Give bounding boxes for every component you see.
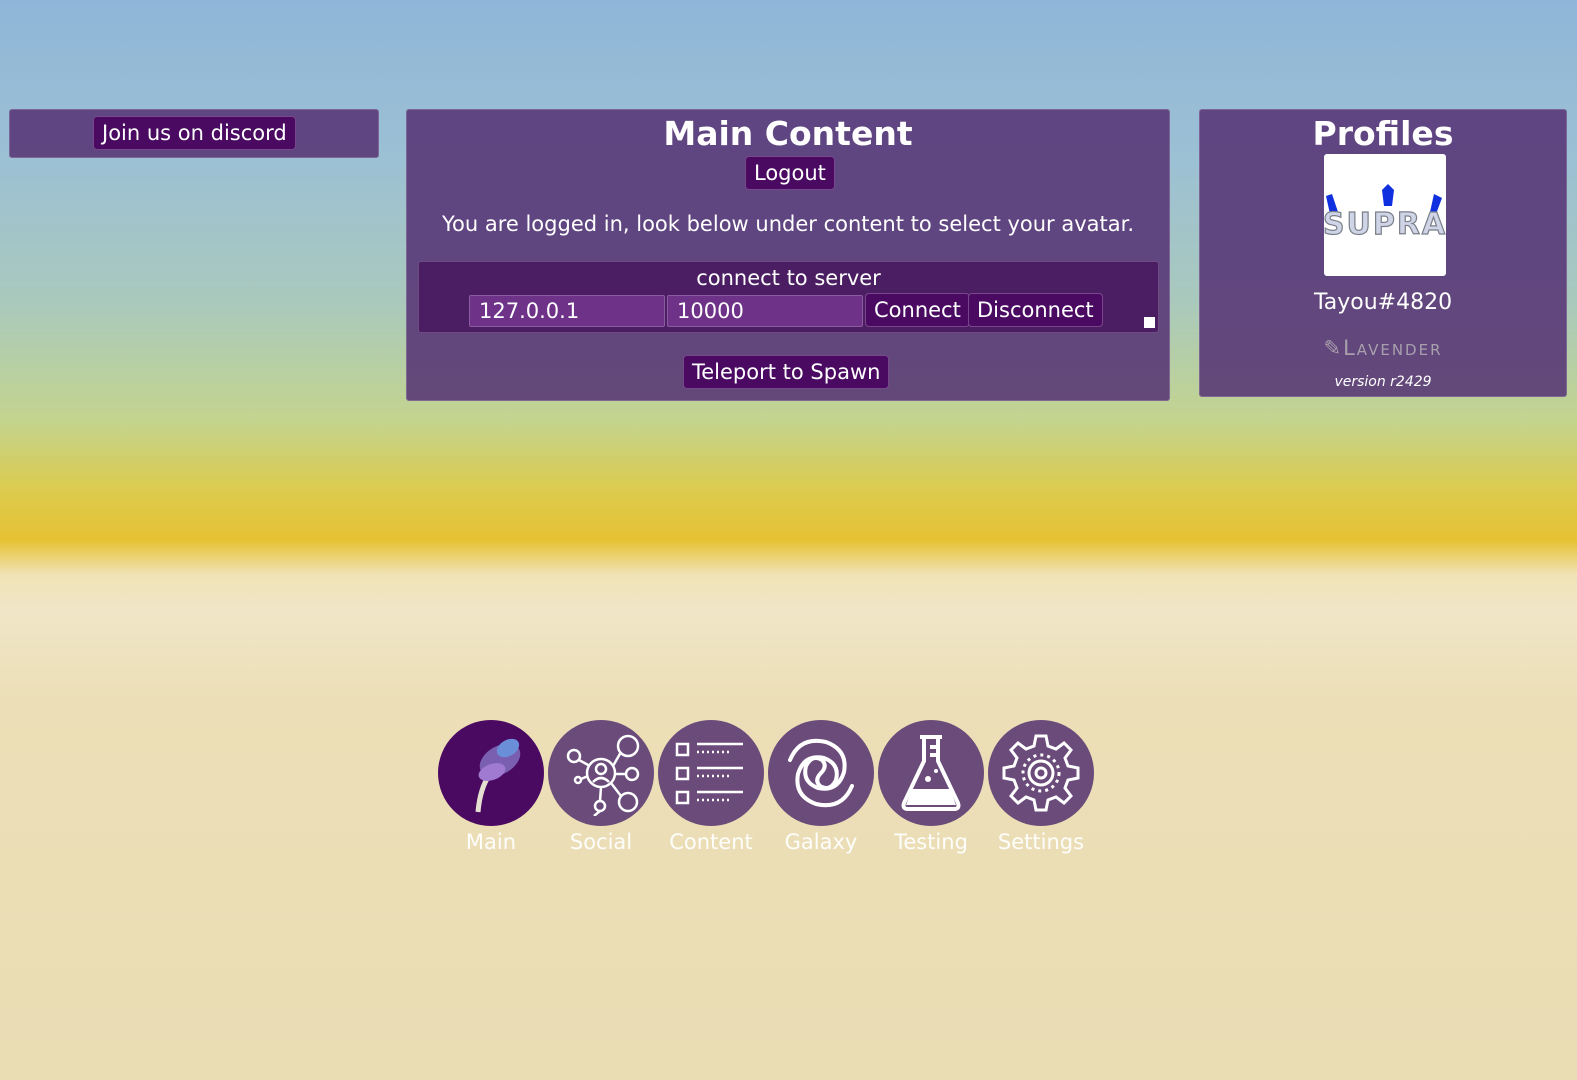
profile-avatar[interactable]: SUPRA bbox=[1324, 154, 1446, 276]
lavender-logo: ✎Lavender bbox=[1200, 336, 1566, 360]
dock-label-galaxy: Galaxy bbox=[784, 830, 858, 854]
lavender-icon bbox=[438, 720, 544, 826]
profile-username: Tayou#4820 bbox=[1313, 290, 1453, 315]
spiral-icon bbox=[768, 720, 874, 826]
dock-item-settings[interactable]: Settings bbox=[986, 720, 1096, 854]
dock-item-content[interactable]: Content bbox=[656, 720, 766, 854]
login-status-message: You are logged in, look below under cont… bbox=[441, 212, 1135, 236]
avatar-wordmark: SUPRA bbox=[1324, 207, 1446, 242]
dock-item-social[interactable]: Social bbox=[546, 720, 656, 854]
lavender-sprig-icon: ✎ bbox=[1323, 336, 1344, 360]
dock-label-main: Main bbox=[465, 830, 517, 854]
dock-item-galaxy[interactable]: Galaxy bbox=[766, 720, 876, 854]
gear-icon bbox=[988, 720, 1094, 826]
teleport-to-spawn-button[interactable]: Teleport to Spawn bbox=[683, 355, 890, 389]
dock-item-main[interactable]: Main bbox=[436, 720, 546, 854]
main-content-panel: Main Content Logout You are logged in, l… bbox=[406, 109, 1170, 401]
connect-server-label: connect to server bbox=[696, 266, 881, 290]
connect-server-box: connect to server Connect Disconnect bbox=[418, 261, 1159, 333]
profiles-panel: Profiles SUPRA Tayou#4820 ✎Lavender vers… bbox=[1199, 109, 1567, 397]
server-ip-input[interactable] bbox=[469, 295, 665, 327]
server-port-input[interactable] bbox=[667, 295, 863, 327]
dock-label-content: Content bbox=[669, 830, 753, 854]
dock-item-testing[interactable]: Testing bbox=[876, 720, 986, 854]
logout-button[interactable]: Logout bbox=[745, 156, 835, 190]
brand-name: Lavender bbox=[1343, 336, 1443, 360]
profiles-title: Profiles bbox=[1312, 114, 1454, 153]
status-indicator bbox=[1144, 317, 1155, 328]
disconnect-button[interactable]: Disconnect bbox=[968, 293, 1103, 327]
dock-label-settings: Settings bbox=[997, 830, 1085, 854]
main-content-title: Main Content bbox=[663, 114, 913, 153]
bottom-dock: Main Social Content Galaxy Testing Setti… bbox=[436, 720, 1096, 860]
discord-panel: Join us on discord bbox=[9, 109, 379, 158]
dock-label-social: Social bbox=[569, 830, 633, 854]
network-icon bbox=[548, 720, 654, 826]
connect-button[interactable]: Connect bbox=[865, 293, 970, 327]
dock-label-testing: Testing bbox=[894, 830, 968, 854]
version-label: version r2429 bbox=[1334, 374, 1432, 390]
flask-icon bbox=[878, 720, 984, 826]
checklist-icon bbox=[658, 720, 764, 826]
join-discord-button[interactable]: Join us on discord bbox=[93, 116, 296, 150]
